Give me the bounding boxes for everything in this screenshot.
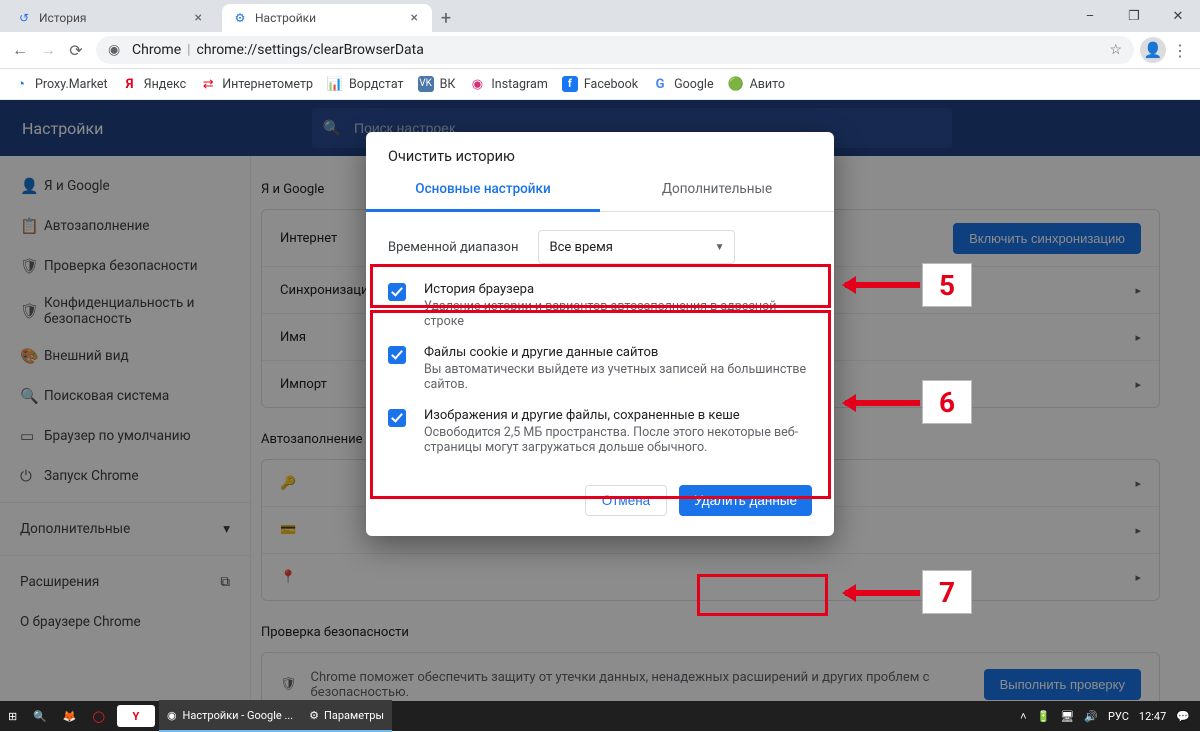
- dialog-tabs: Основные настройки Дополнительные: [366, 169, 834, 212]
- taskbar: ⊞ 🔍 🦊 ◯ Y ◉Настройки - Google ... ⚙Парам…: [0, 701, 1200, 731]
- clock[interactable]: 12:47: [1139, 710, 1166, 723]
- bookmark-yandex[interactable]: ЯЯндекс: [115, 71, 194, 97]
- tab-label: История: [39, 11, 86, 25]
- volume-icon[interactable]: 🔊: [1084, 710, 1098, 723]
- history-icon: ↺: [16, 10, 32, 26]
- bookmark-instagram[interactable]: ◉Instagram: [462, 71, 554, 97]
- delete-data-button[interactable]: Удалить данные: [679, 485, 812, 516]
- bookmark-star-icon[interactable]: ☆: [1109, 42, 1122, 58]
- bookmark-facebook[interactable]: fFacebook: [555, 71, 645, 97]
- address-field[interactable]: ◉ Chrome | chrome://settings/clearBrowse…: [96, 36, 1134, 64]
- language-indicator[interactable]: РУС: [1108, 710, 1129, 723]
- close-icon[interactable]: ×: [407, 10, 422, 26]
- cancel-button[interactable]: Отмена: [585, 485, 667, 516]
- window-titlebar: ↺ История × ⚙ Настройки × + – ❐ ✕: [0, 0, 1200, 32]
- option-cache[interactable]: Изображения и другие файлы, сохраненные …: [388, 400, 812, 463]
- start-button[interactable]: ⊞: [0, 701, 25, 731]
- taskbar-chrome[interactable]: ◉Настройки - Google ...: [159, 700, 301, 732]
- gear-icon: ⚙: [232, 10, 248, 26]
- minimize-button[interactable]: –: [1068, 0, 1112, 32]
- url-scheme: Chrome: [132, 42, 181, 58]
- browser-tab-history[interactable]: ↺ История ×: [6, 4, 216, 32]
- time-range-select[interactable]: Все время ▼: [538, 230, 735, 264]
- tab-advanced[interactable]: Дополнительные: [600, 169, 834, 211]
- bookmark-proxy[interactable]: ◔Proxy.Market: [6, 71, 115, 97]
- settings-app: Настройки 🔍 👤Я и Google 📋Автозаполнение …: [0, 100, 1200, 703]
- chrome-icon: ◉: [108, 42, 124, 58]
- taskbar-params[interactable]: ⚙Параметры: [301, 700, 392, 732]
- url-text: chrome://settings/clearBrowserData: [197, 42, 424, 58]
- taskbar-opera[interactable]: ◯: [85, 701, 113, 731]
- tab-basic[interactable]: Основные настройки: [366, 169, 600, 212]
- time-range-row: Временной диапазон Все время ▼: [388, 226, 812, 274]
- option-cookies[interactable]: Файлы cookie и другие данные сайтовВы ав…: [388, 337, 812, 400]
- close-icon[interactable]: ×: [191, 10, 206, 26]
- option-browsing-history[interactable]: История браузераУдаление истории и вариа…: [388, 274, 812, 337]
- new-tab-button[interactable]: +: [432, 4, 460, 32]
- time-range-label: Временной диапазон: [388, 240, 518, 255]
- tab-label: Настройки: [255, 11, 316, 25]
- clear-browsing-data-dialog: Очистить историю Основные настройки Допо…: [366, 132, 834, 536]
- tray-up-icon[interactable]: ˄: [1020, 710, 1026, 723]
- modal-overlay[interactable]: Очистить историю Основные настройки Допо…: [0, 100, 1200, 703]
- notifications-icon[interactable]: 💬: [1176, 710, 1190, 723]
- close-window-button[interactable]: ✕: [1156, 0, 1200, 32]
- bookmark-google[interactable]: GGoogle: [645, 71, 720, 97]
- menu-icon[interactable]: ⋮: [1166, 36, 1194, 64]
- bookmark-avito[interactable]: 🟢Авито: [721, 71, 792, 97]
- battery-icon[interactable]: 🔋: [1037, 710, 1051, 723]
- caret-down-icon: ▼: [715, 242, 725, 253]
- taskbar-yandex[interactable]: Y: [117, 705, 155, 727]
- maximize-button[interactable]: ❐: [1112, 0, 1156, 32]
- address-bar: ← → ⟳ ◉ Chrome | chrome://settings/clear…: [0, 32, 1200, 69]
- bookmarks-bar: ◔Proxy.Market ЯЯндекс ⇄Интернетометр 📊Во…: [0, 69, 1200, 100]
- checkbox[interactable]: [388, 409, 406, 427]
- checkbox[interactable]: [388, 283, 406, 301]
- forward-button[interactable]: →: [34, 36, 62, 64]
- bookmark-wordstat[interactable]: 📊Вордстат: [320, 71, 411, 97]
- dialog-title: Очистить историю: [366, 132, 834, 169]
- network-icon[interactable]: 🖥: [1060, 710, 1074, 723]
- profile-icon[interactable]: 👤: [1140, 37, 1166, 63]
- back-button[interactable]: ←: [6, 36, 34, 64]
- checkbox[interactable]: [388, 346, 406, 364]
- bookmark-vk[interactable]: VKВК: [411, 71, 463, 97]
- taskbar-search[interactable]: 🔍: [25, 701, 55, 731]
- taskbar-firefox[interactable]: 🦊: [55, 701, 85, 731]
- reload-button[interactable]: ⟳: [62, 36, 90, 64]
- browser-tab-settings[interactable]: ⚙ Настройки ×: [222, 4, 432, 32]
- bookmark-internetometer[interactable]: ⇄Интернетометр: [193, 71, 320, 97]
